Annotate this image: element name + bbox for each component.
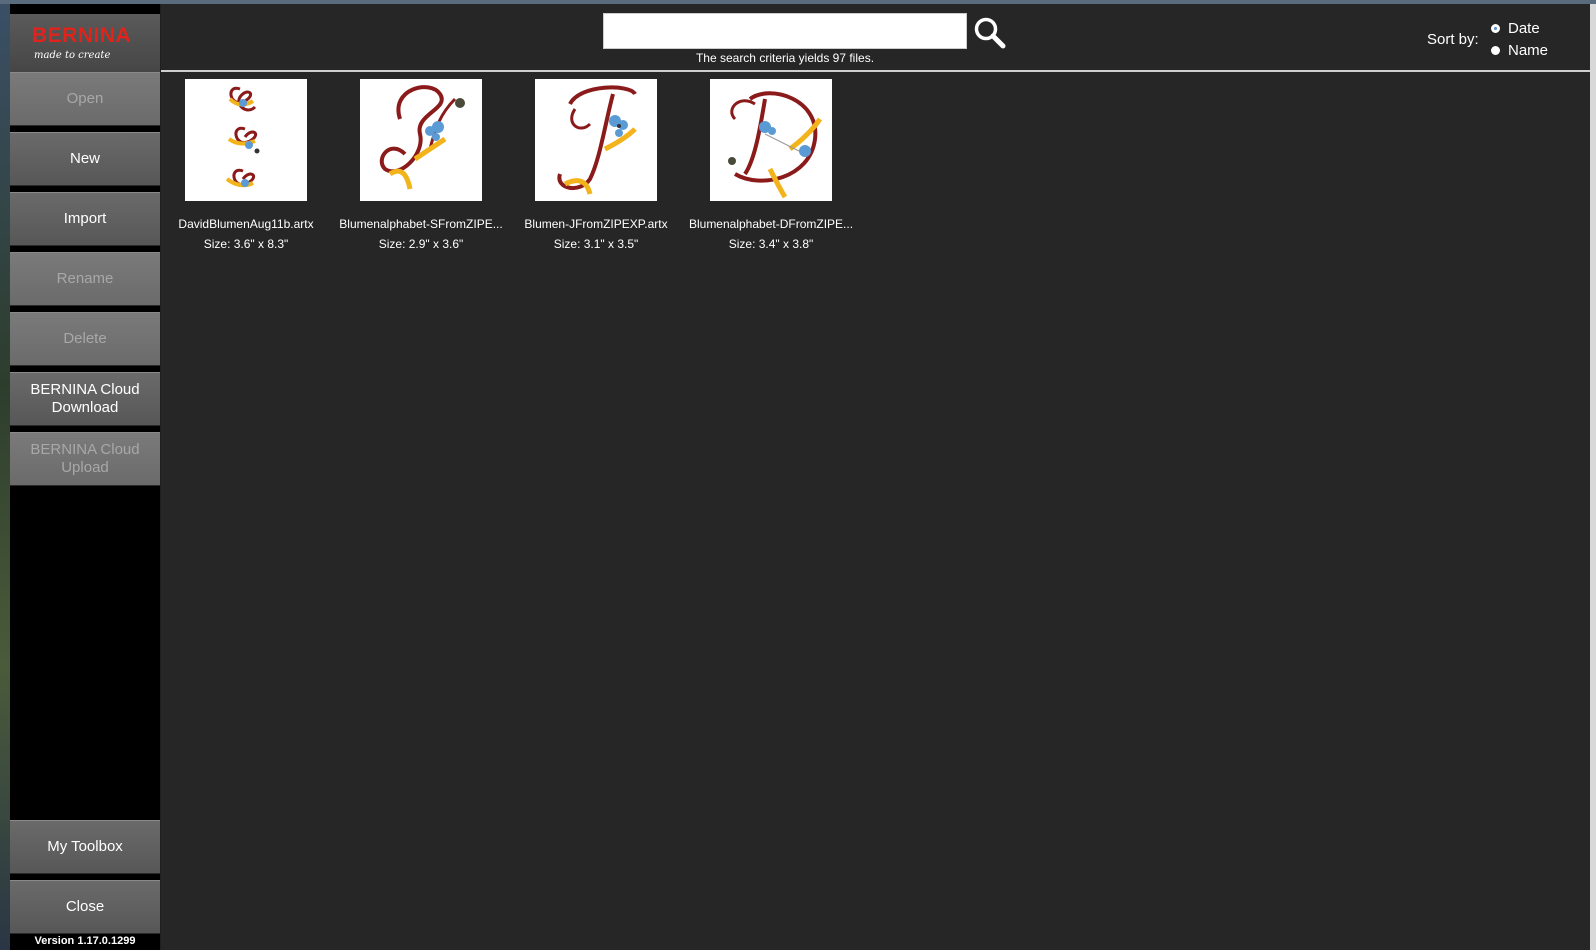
import-button-label: Import (63, 210, 107, 227)
brand-tagline: made to create (34, 50, 111, 61)
search-input[interactable] (603, 13, 967, 49)
sort-option-name[interactable]: Name (1491, 42, 1548, 59)
radio-name-icon (1491, 46, 1500, 55)
toolbar-divider (161, 70, 1590, 72)
close-button-label: Close (65, 898, 105, 915)
open-button[interactable]: Open (10, 72, 160, 126)
radio-date-icon (1491, 24, 1500, 33)
bernina-logo: BERNINA made to create (10, 14, 160, 72)
file-size: Size: 3.4" x 3.8" (728, 237, 814, 251)
sort-option-date-label: Date (1508, 20, 1540, 37)
magnifier-icon[interactable] (973, 16, 1007, 50)
window-right-edge (1590, 4, 1596, 950)
rename-button[interactable]: Rename (10, 252, 160, 306)
open-button-label: Open (66, 90, 104, 107)
cloud-download-button[interactable]: BERNINA Cloud Download (10, 372, 160, 426)
new-button[interactable]: New (10, 132, 160, 186)
file-name: DavidBlumenAug11b.artx (178, 217, 314, 231)
file-size: Size: 3.6" x 8.3" (203, 237, 289, 251)
cloud-upload-button-label: BERNINA Cloud Upload (30, 441, 140, 476)
file-name: Blumenalphabet-DFromZIPE... (688, 217, 854, 231)
file-name: Blumen-JFromZIPEXP.artx (524, 217, 668, 231)
sidebar: BERNINA made to create Open New Import R… (10, 4, 160, 950)
design-thumbnail (535, 79, 657, 201)
delete-button-label: Delete (63, 330, 107, 347)
brand-name: BERNINA (32, 24, 132, 47)
sort-option-date[interactable]: Date (1491, 20, 1540, 37)
sort-label: Sort by: (1427, 31, 1479, 48)
close-button[interactable]: Close (10, 880, 160, 934)
search-result-count: The search criteria yields 97 files. (695, 51, 875, 65)
rename-button-label: Rename (56, 270, 114, 287)
desktop-left-edge (0, 4, 10, 950)
delete-button[interactable]: Delete (10, 312, 160, 366)
design-thumbnail (185, 79, 307, 201)
design-thumbnail (710, 79, 832, 201)
file-size: Size: 3.1" x 3.5" (553, 237, 639, 251)
sort-option-name-label: Name (1508, 42, 1549, 59)
design-thumbnail (360, 79, 482, 201)
new-button-label: New (69, 150, 100, 167)
import-button[interactable]: Import (10, 192, 160, 246)
my-toolbox-button[interactable]: My Toolbox (10, 820, 160, 874)
cloud-download-button-label: BERNINA Cloud Download (30, 381, 140, 416)
file-browser: The search criteria yields 97 files. Sor… (161, 4, 1590, 950)
toolbar: The search criteria yields 97 files. Sor… (161, 4, 1590, 70)
file-name: Blumenalphabet-SFromZIPE... (339, 217, 503, 231)
my-toolbox-button-label: My Toolbox (47, 838, 123, 855)
file-size: Size: 2.9" x 3.6" (378, 237, 464, 251)
version-label: Version 1.17.0.1299 (34, 935, 136, 947)
cloud-upload-button[interactable]: BERNINA Cloud Upload (10, 432, 160, 486)
